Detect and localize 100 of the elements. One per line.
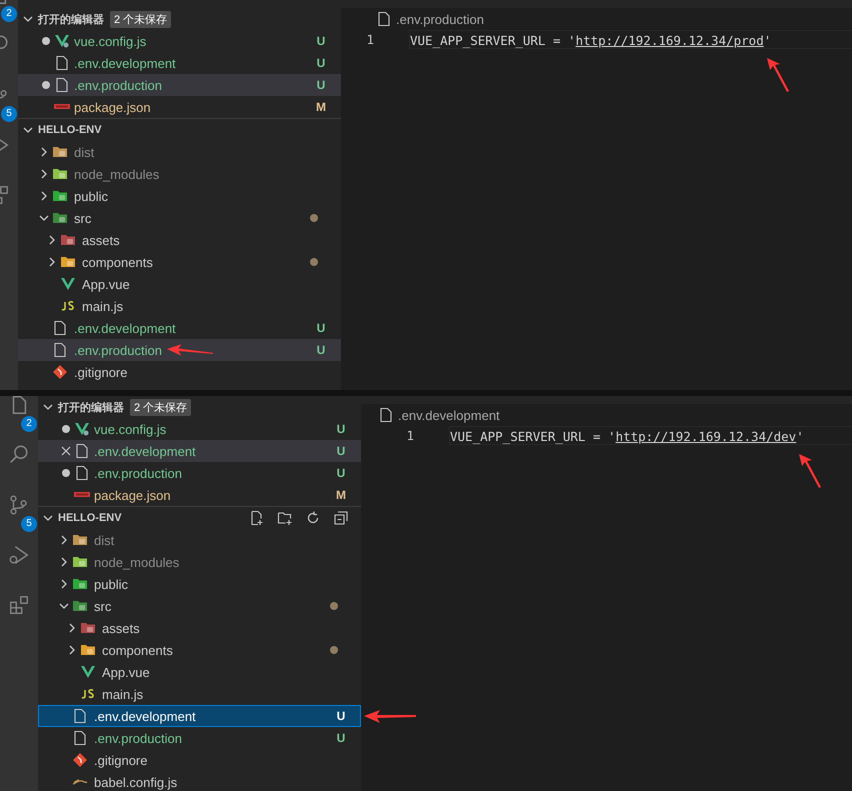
url-link[interactable]: http://192.169.12.34/prod (576, 33, 764, 48)
git-status: U (336, 422, 346, 436)
open-editor-item[interactable]: vue.config.js U (38, 418, 361, 440)
code-text: VUE_APP_SERVER_URL = ' (450, 429, 616, 444)
tree-item[interactable]: components (38, 639, 361, 661)
tree-item[interactable]: babel.config.js (38, 771, 361, 791)
file-name: node_modules (74, 166, 160, 182)
tree-item[interactable]: dist (18, 141, 341, 163)
tree-item[interactable]: main.js (18, 295, 341, 317)
count-badge: 2 (1, 6, 17, 22)
git-status: M (335, 488, 347, 502)
file-name: src (74, 210, 92, 226)
file-name: .env.development (94, 444, 196, 458)
tree-item[interactable]: public (38, 573, 361, 595)
open-editor-item[interactable]: .env.production U (38, 462, 361, 484)
code-text: VUE_APP_SERVER_URL = ' (410, 33, 576, 48)
file-icon (54, 55, 70, 71)
unsaved-badge: 2 个未保存 (130, 398, 192, 416)
section-title[interactable]: 打开的编辑器 (58, 400, 124, 414)
line-number: 1 (405, 428, 415, 443)
open-editor-item[interactable]: .env.development U (38, 440, 361, 462)
file-name: dist (94, 532, 114, 548)
git-status: U (316, 56, 326, 70)
tree-item[interactable]: assets (38, 617, 361, 639)
tree-item[interactable]: .env.production U (38, 727, 361, 749)
git-status: U (316, 78, 326, 92)
open-editor-item[interactable]: package.json M (18, 96, 341, 118)
file-name: App.vue (102, 664, 150, 680)
file-name: .env.production (74, 78, 162, 92)
file-icon (54, 77, 70, 93)
breadcrumb[interactable]: .env.development (398, 408, 500, 422)
file-icon (52, 342, 68, 358)
file-icon (74, 465, 90, 481)
file-name: components (102, 642, 173, 658)
file-name: .env.production (94, 466, 182, 480)
tree-item[interactable]: dist (38, 529, 361, 551)
new-folder-icon[interactable] (277, 510, 293, 526)
tree-item[interactable]: .gitignore (38, 749, 361, 771)
new-file-icon[interactable] (249, 510, 265, 526)
open-editor-item[interactable]: .env.production U (18, 74, 341, 96)
folder-icon (52, 166, 68, 182)
breadcrumb[interactable]: .env.production (396, 12, 484, 26)
section-title[interactable]: HELLO-ENV (58, 512, 122, 524)
folder-icon (60, 254, 76, 270)
file-name: .env.development (74, 320, 176, 336)
tree-item[interactable]: src (38, 595, 361, 617)
file-name: public (74, 188, 108, 204)
open-editor-item[interactable]: package.json M (38, 484, 361, 506)
section-title[interactable]: 打开的编辑器 (38, 12, 104, 26)
git-status: U (336, 466, 346, 480)
tree-item[interactable]: main.js (38, 683, 361, 705)
collapse-all-icon[interactable] (333, 510, 349, 526)
file-icon (378, 407, 394, 423)
file-name: .gitignore (94, 752, 148, 768)
vue-icon (60, 276, 76, 292)
folder-icon (52, 144, 68, 160)
vue-icon (80, 664, 96, 680)
open-editor-item[interactable]: vue.config.js U (18, 30, 341, 52)
tree-item[interactable]: assets (18, 229, 341, 251)
section-title[interactable]: HELLO-ENV (38, 124, 102, 136)
open-editor-item[interactable]: .env.development U (18, 52, 341, 74)
tree-item[interactable]: .env.development U (18, 317, 341, 339)
vue-gear-icon (54, 33, 70, 49)
folder-icon (72, 598, 88, 614)
file-name: node_modules (94, 554, 180, 570)
tree-item[interactable]: App.vue (38, 661, 361, 683)
file-name: src (94, 598, 112, 614)
git-icon (72, 752, 88, 768)
tree-item[interactable]: App.vue (18, 273, 341, 295)
url-link[interactable]: http://192.169.12.34/dev (616, 429, 796, 444)
git-icon (52, 364, 68, 380)
folder-icon (80, 642, 96, 658)
refresh-icon[interactable] (305, 510, 321, 526)
file-name: dist (74, 144, 94, 160)
file-name: package.json (94, 488, 171, 502)
tree-item[interactable]: node_modules (18, 163, 341, 185)
git-status: U (316, 343, 326, 357)
unsaved-badge: 2 个未保存 (110, 10, 172, 28)
tree-item[interactable]: components (18, 251, 341, 273)
tree-item[interactable]: public (18, 185, 341, 207)
tree-item[interactable]: node_modules (38, 551, 361, 573)
tree-item[interactable]: .gitignore (18, 361, 341, 383)
count-badge: 5 (21, 516, 37, 532)
folder-icon (72, 576, 88, 592)
tree-item[interactable]: src (18, 207, 341, 229)
git-status: U (316, 34, 326, 48)
file-icon (376, 11, 392, 27)
tree-item[interactable]: .env.production U (18, 339, 341, 361)
code-text: ' (764, 33, 772, 48)
git-status: U (336, 709, 346, 723)
close-icon[interactable] (61, 446, 71, 456)
file-name: vue.config.js (94, 422, 166, 436)
file-name: assets (102, 620, 140, 636)
file-name: main.js (82, 298, 124, 314)
git-status: U (336, 444, 346, 458)
folder-icon (60, 232, 76, 248)
file-name: package.json (74, 100, 151, 114)
file-icon (72, 730, 88, 746)
git-status: U (336, 731, 346, 745)
count-badge: 5 (1, 106, 17, 122)
